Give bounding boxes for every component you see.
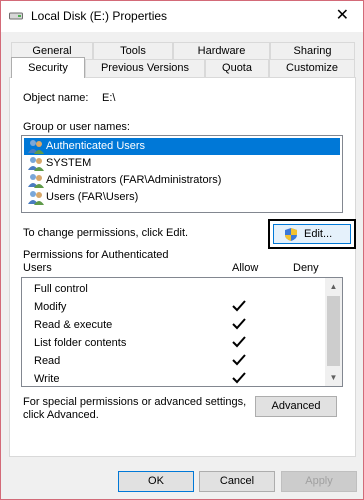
list-item-authenticated-users[interactable]: Authenticated Users	[24, 138, 340, 155]
permission-name: Modify	[34, 301, 67, 313]
tab-customize[interactable]: Customize	[269, 59, 355, 78]
user-group-icon	[28, 156, 44, 171]
checkmark-icon	[232, 317, 246, 333]
permission-name: Read & execute	[34, 319, 113, 331]
tab-security[interactable]: Security	[11, 57, 85, 78]
cancel-button[interactable]: Cancel	[199, 471, 275, 492]
list-item-users[interactable]: Users (FAR\Users)	[24, 189, 340, 206]
object-name-value: E:\	[102, 92, 116, 104]
permission-row: List folder contents	[22, 334, 326, 352]
permission-row: Write	[22, 370, 326, 386]
allow-column-header: Allow	[232, 262, 259, 274]
checkmark-icon	[232, 335, 246, 351]
permission-row: Read	[22, 352, 326, 370]
permissions-scrollbar[interactable]: ▲ ▼	[325, 278, 342, 386]
checkmark-icon	[232, 353, 246, 369]
edit-button[interactable]: Edit...	[273, 224, 351, 244]
tab-quota[interactable]: Quota	[205, 59, 269, 78]
uac-shield-icon	[284, 227, 298, 245]
title-bar: Local Disk (E:) Properties ✕	[1, 1, 363, 32]
user-group-icon	[28, 139, 44, 154]
special-permissions-line2: click Advanced.	[23, 409, 99, 421]
list-item-administrators[interactable]: Administrators (FAR\Administrators)	[24, 172, 340, 189]
perm-header-line2: Users	[23, 262, 52, 274]
apply-button[interactable]: Apply	[281, 471, 357, 492]
checkmark-icon	[232, 371, 246, 386]
perm-header-line1: Permissions for Authenticated	[23, 249, 169, 261]
properties-window: Local Disk (E:) Properties ✕ General Too…	[0, 0, 364, 500]
scroll-down-icon[interactable]: ▼	[325, 369, 342, 386]
permissions-list[interactable]: Full control Modify Read & execute List …	[21, 277, 343, 387]
tab-previous-versions[interactable]: Previous Versions	[85, 59, 205, 78]
list-item-system[interactable]: SYSTEM	[24, 155, 340, 172]
permission-row: Modify	[22, 298, 326, 316]
scroll-up-icon[interactable]: ▲	[325, 278, 342, 295]
object-name-label: Object name:	[23, 92, 89, 104]
close-icon[interactable]: ✕	[336, 7, 349, 25]
group-label: Group or user names:	[23, 121, 130, 133]
user-label: Authenticated Users	[46, 140, 146, 152]
checkmark-icon	[232, 299, 246, 315]
permission-row: Read & execute	[22, 316, 326, 334]
permission-name: List folder contents	[34, 337, 127, 349]
deny-column-header: Deny	[293, 262, 319, 274]
permission-name: Full control	[34, 283, 88, 295]
ok-button[interactable]: OK	[118, 471, 194, 492]
window-title: Local Disk (E:) Properties	[31, 9, 168, 23]
user-label: Administrators (FAR\Administrators)	[46, 174, 222, 186]
special-permissions-line1: For special permissions or advanced sett…	[23, 396, 247, 408]
advanced-button[interactable]: Advanced	[255, 396, 337, 417]
drive-icon	[9, 11, 23, 21]
change-permissions-text: To change permissions, click Edit.	[23, 227, 189, 239]
user-label: Users (FAR\Users)	[46, 191, 139, 203]
user-list[interactable]: Authenticated Users SYSTEM Administrator…	[21, 135, 343, 213]
scroll-thumb[interactable]	[327, 296, 340, 366]
permission-row: Full control	[22, 280, 326, 298]
user-group-icon	[28, 173, 44, 188]
user-group-icon	[28, 190, 44, 205]
permission-name: Write	[34, 373, 60, 385]
edit-label: Edit...	[304, 228, 333, 240]
user-label: SYSTEM	[46, 157, 92, 169]
permission-name: Read	[34, 355, 61, 367]
